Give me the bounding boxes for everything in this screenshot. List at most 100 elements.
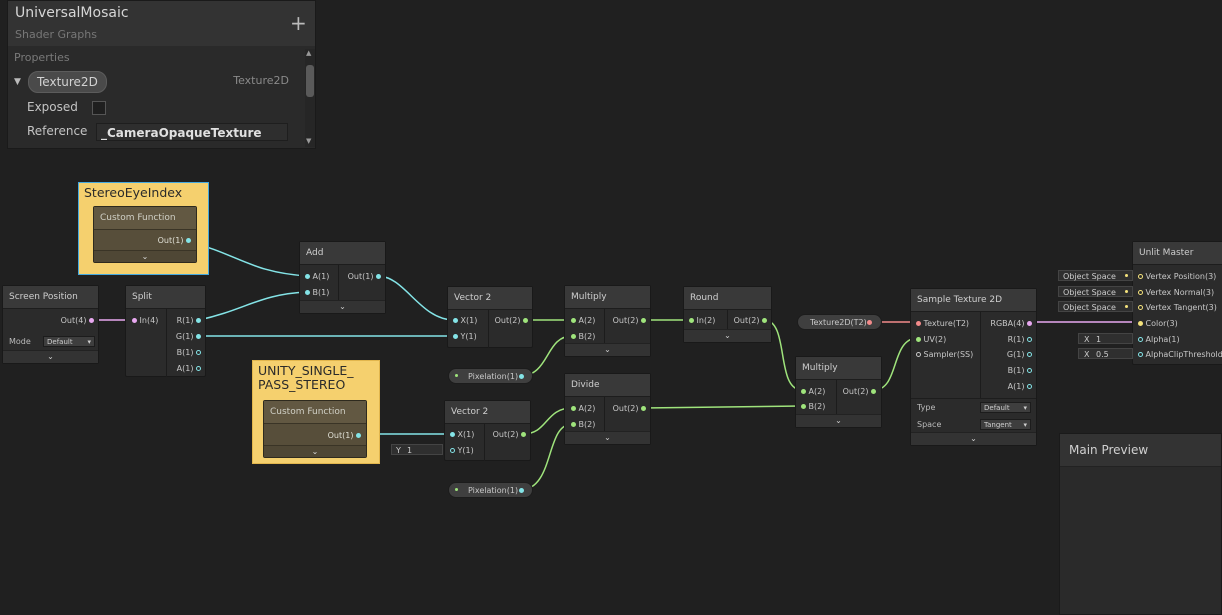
- port-dot-icon[interactable]: [196, 366, 201, 371]
- sample-texture-2d-node[interactable]: Sample Texture 2D Texture(T2) UV(2) Samp…: [910, 288, 1037, 446]
- port-g[interactable]: G(1): [176, 332, 201, 342]
- port-rgba[interactable]: RGBA(4): [990, 319, 1032, 329]
- divide-node[interactable]: Divide A(2) B(2) Out(2) ⌄: [564, 373, 651, 445]
- port-out[interactable]: Out(2): [734, 316, 767, 326]
- port-dot-icon[interactable]: [196, 350, 201, 355]
- port-dot-icon[interactable]: [1138, 274, 1143, 279]
- multiply-node[interactable]: Multiply A(2) B(2) Out(2) ⌄: [564, 285, 651, 357]
- port-y[interactable]: Y(1): [450, 446, 474, 456]
- chevron-down-icon[interactable]: ⌄: [565, 343, 650, 356]
- port-dot-icon[interactable]: [1138, 305, 1143, 310]
- port-alpha[interactable]: Alpha(1): [1138, 335, 1180, 345]
- port-out[interactable]: Out(2): [493, 430, 526, 440]
- group-title-line2[interactable]: PASS_STEREO: [258, 378, 345, 392]
- port-dot-icon[interactable]: [196, 318, 201, 323]
- custom-function-node[interactable]: Custom Function Out(1) ⌄: [93, 206, 197, 263]
- chevron-down-icon[interactable]: ⌄: [300, 300, 385, 313]
- port-a[interactable]: A(1): [177, 364, 201, 374]
- space-dropdown[interactable]: Tangent: [980, 419, 1031, 431]
- port-g[interactable]: G(1): [1007, 350, 1032, 360]
- port-dot-icon[interactable]: [571, 334, 576, 339]
- port-dot-icon[interactable]: [356, 433, 361, 438]
- chevron-down-icon[interactable]: ⌄: [3, 350, 98, 363]
- port-dot-icon[interactable]: [453, 318, 458, 323]
- port-dot-icon[interactable]: [196, 334, 201, 339]
- port-b[interactable]: B(1): [1008, 366, 1032, 376]
- chevron-down-icon[interactable]: ⌄: [94, 250, 196, 262]
- port-dot-icon[interactable]: [519, 374, 524, 379]
- port-dot-icon[interactable]: [376, 274, 381, 279]
- port-b[interactable]: B(2): [801, 402, 825, 412]
- port-uv[interactable]: UV(2): [916, 335, 946, 345]
- scrollbar-thumb[interactable]: [306, 65, 314, 97]
- port-x[interactable]: X(1): [450, 430, 474, 440]
- port-dot-icon[interactable]: [521, 432, 526, 437]
- port-dot-icon[interactable]: [801, 404, 806, 409]
- split-node[interactable]: Split In(4) R(1) G(1) B(1) A(1): [125, 285, 206, 377]
- vector2-node[interactable]: Vector 2 X(1) Y(1) Out(2): [444, 400, 531, 461]
- alpha-clip-value-field[interactable]: X 0.5: [1078, 348, 1133, 359]
- port-x[interactable]: X(1): [453, 316, 477, 326]
- port-dot-icon[interactable]: [871, 389, 876, 394]
- vertex-position-space-field[interactable]: Object Space: [1058, 270, 1133, 281]
- port-dot-icon[interactable]: [801, 389, 806, 394]
- port-alpha-clip-threshold[interactable]: AlphaClipThreshold: [1138, 350, 1222, 360]
- port-a[interactable]: A(2): [571, 404, 595, 414]
- add-node[interactable]: Add A(1) B(1) Out(1) ⌄: [299, 241, 386, 314]
- scroll-up-icon[interactable]: ▲: [306, 49, 311, 57]
- port-a[interactable]: A(1): [305, 272, 329, 282]
- port-y[interactable]: Y(1): [453, 332, 477, 342]
- plus-icon[interactable]: +: [290, 13, 307, 33]
- port-b[interactable]: B(1): [305, 288, 329, 298]
- port-r[interactable]: R(1): [177, 316, 201, 326]
- group-title[interactable]: StereoEyeIndex: [84, 186, 182, 200]
- chevron-down-icon[interactable]: ⌄: [684, 329, 771, 342]
- port-dot-icon[interactable]: [89, 318, 94, 323]
- chevron-down-icon[interactable]: ⌄: [264, 445, 366, 457]
- port-dot-icon[interactable]: [305, 290, 310, 295]
- port-dot-icon[interactable]: [523, 318, 528, 323]
- port-dot-icon[interactable]: [916, 352, 921, 357]
- exposed-checkbox[interactable]: [92, 101, 106, 115]
- port-dot-icon[interactable]: [450, 432, 455, 437]
- port-r[interactable]: R(1): [1008, 335, 1032, 345]
- texture2d-property-node[interactable]: Texture2D(T2): [797, 314, 882, 330]
- port-dot-icon[interactable]: [762, 318, 767, 323]
- port-out[interactable]: Out(4): [61, 316, 94, 326]
- port-dot-icon[interactable]: [1138, 337, 1143, 342]
- port-dot-icon[interactable]: [1138, 321, 1143, 326]
- port-color[interactable]: Color(3): [1138, 319, 1178, 329]
- port-b[interactable]: B(1): [177, 348, 201, 358]
- pixelation-property-node[interactable]: Pixelation(1): [448, 482, 533, 498]
- blackboard-scrollbar[interactable]: ▲ ▼: [305, 49, 315, 147]
- group-unity-single-pass-stereo[interactable]: UNITY_SINGLE_ PASS_STEREO Custom Functio…: [252, 360, 380, 464]
- port-dot-icon[interactable]: [1027, 337, 1032, 342]
- vertex-normal-space-field[interactable]: Object Space: [1058, 286, 1133, 297]
- port-vertex-tangent[interactable]: Vertex Tangent(3): [1138, 303, 1217, 313]
- port-out[interactable]: Out(1): [328, 431, 361, 441]
- port-dot-icon[interactable]: [1027, 321, 1032, 326]
- port-texture[interactable]: Texture(T2): [916, 319, 969, 329]
- port-a[interactable]: A(1): [1008, 382, 1032, 392]
- port-dot-icon[interactable]: [519, 488, 524, 493]
- custom-function-node[interactable]: Custom Function Out(1) ⌄: [263, 400, 367, 458]
- port-out[interactable]: Out(2): [843, 387, 876, 397]
- type-dropdown[interactable]: Default: [980, 402, 1031, 414]
- group-stereo-eye-index[interactable]: StereoEyeIndex Custom Function Out(1) ⌄: [78, 182, 209, 275]
- mode-dropdown[interactable]: Default: [43, 336, 95, 348]
- port-dot-icon[interactable]: [641, 318, 646, 323]
- chevron-down-icon[interactable]: ⌄: [911, 432, 1036, 445]
- property-pill[interactable]: Texture2D: [28, 71, 107, 93]
- field-value[interactable]: 1: [1096, 334, 1101, 345]
- port-dot-icon[interactable]: [1138, 352, 1143, 357]
- pixelation-property-node[interactable]: Pixelation(1): [448, 368, 533, 384]
- port-a[interactable]: A(2): [571, 316, 595, 326]
- chevron-down-icon[interactable]: ⌄: [565, 431, 650, 444]
- group-title-line1[interactable]: UNITY_SINGLE_: [258, 364, 353, 378]
- port-dot-icon[interactable]: [450, 448, 455, 453]
- port-b[interactable]: B(2): [571, 420, 595, 430]
- vertex-tangent-space-field[interactable]: Object Space: [1058, 301, 1133, 312]
- chevron-down-icon[interactable]: ▼: [14, 77, 21, 87]
- port-in[interactable]: In(2): [689, 316, 715, 326]
- port-dot-icon[interactable]: [305, 274, 310, 279]
